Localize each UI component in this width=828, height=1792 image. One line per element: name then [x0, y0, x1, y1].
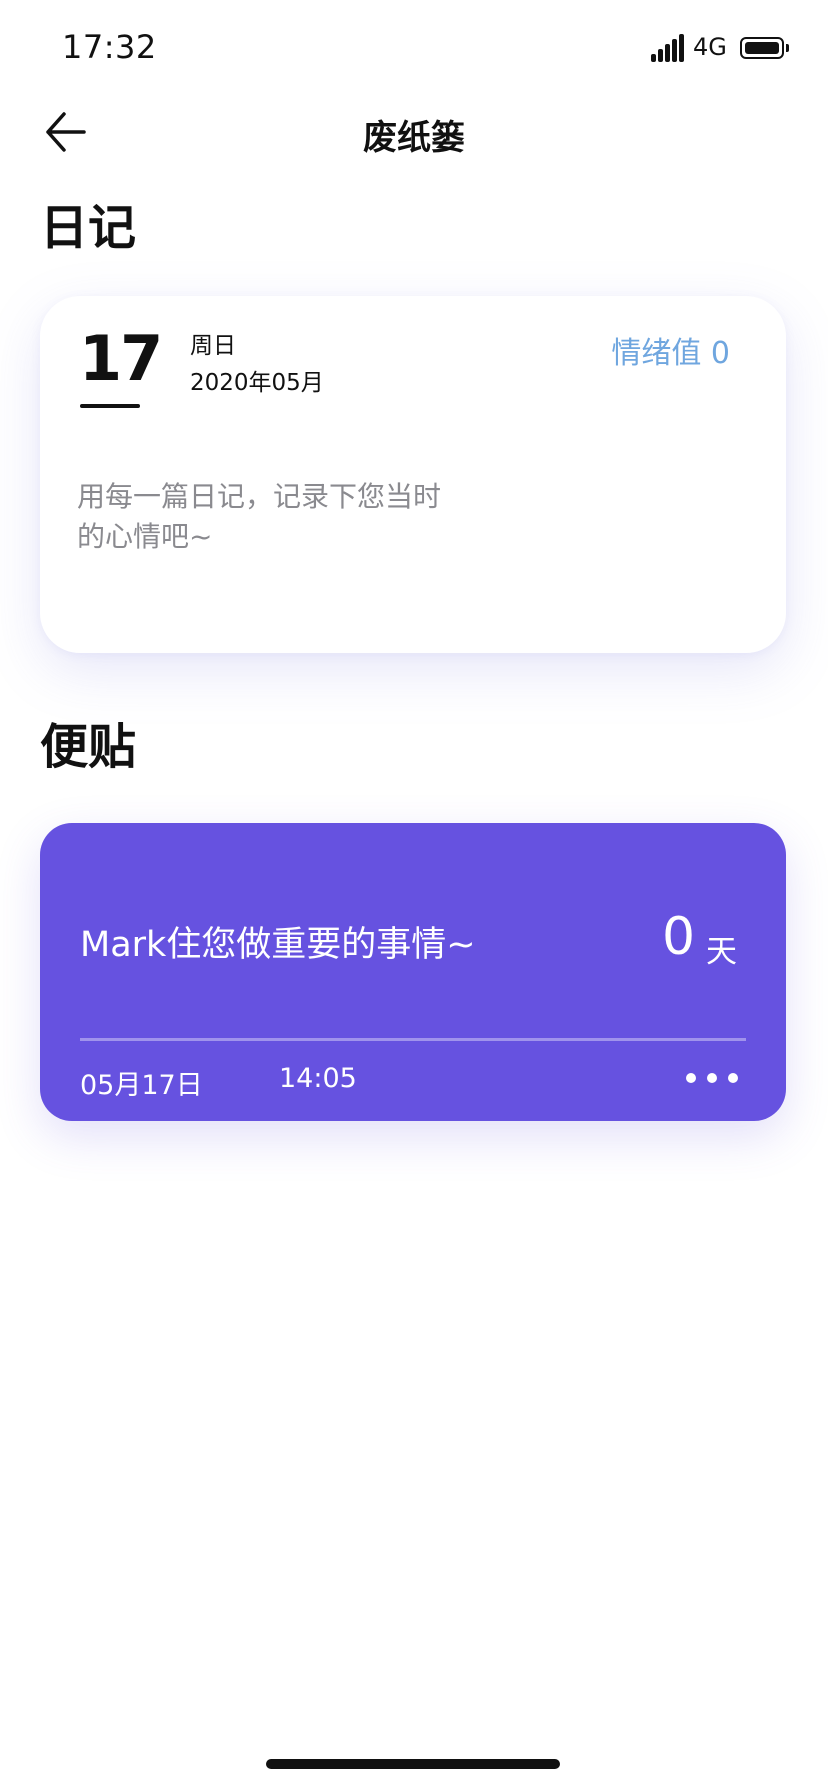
note-days-count: 0	[662, 907, 696, 967]
diary-weekday: 周日	[190, 333, 236, 359]
diary-year-month: 2020年05月	[190, 370, 324, 396]
mood-value: 情绪值 0	[611, 336, 730, 371]
diary-placeholder: 用每一篇日记，记录下您当时的心情吧~	[77, 480, 442, 553]
diary-day: 17	[79, 322, 163, 395]
diary-section-heading: 日记	[40, 200, 137, 256]
notes-section-heading: 便贴	[40, 719, 137, 775]
home-indicator[interactable]	[266, 1759, 560, 1769]
note-text: Mark住您做重要的事情~	[80, 925, 476, 965]
battery-tip	[786, 44, 789, 52]
note-time: 14:05	[279, 1063, 357, 1094]
note-date: 05月17日	[80, 1070, 203, 1101]
page-title: 废纸篓	[363, 118, 465, 158]
note-divider	[80, 1038, 746, 1041]
status-time: 17:32	[62, 28, 157, 66]
battery-icon	[740, 37, 784, 59]
signal-icon	[651, 34, 685, 62]
more-dots-icon[interactable]	[682, 1068, 742, 1090]
note-days-unit: 天	[706, 934, 737, 970]
diary-day-underline	[80, 404, 140, 408]
network-type: 4G	[693, 33, 727, 61]
